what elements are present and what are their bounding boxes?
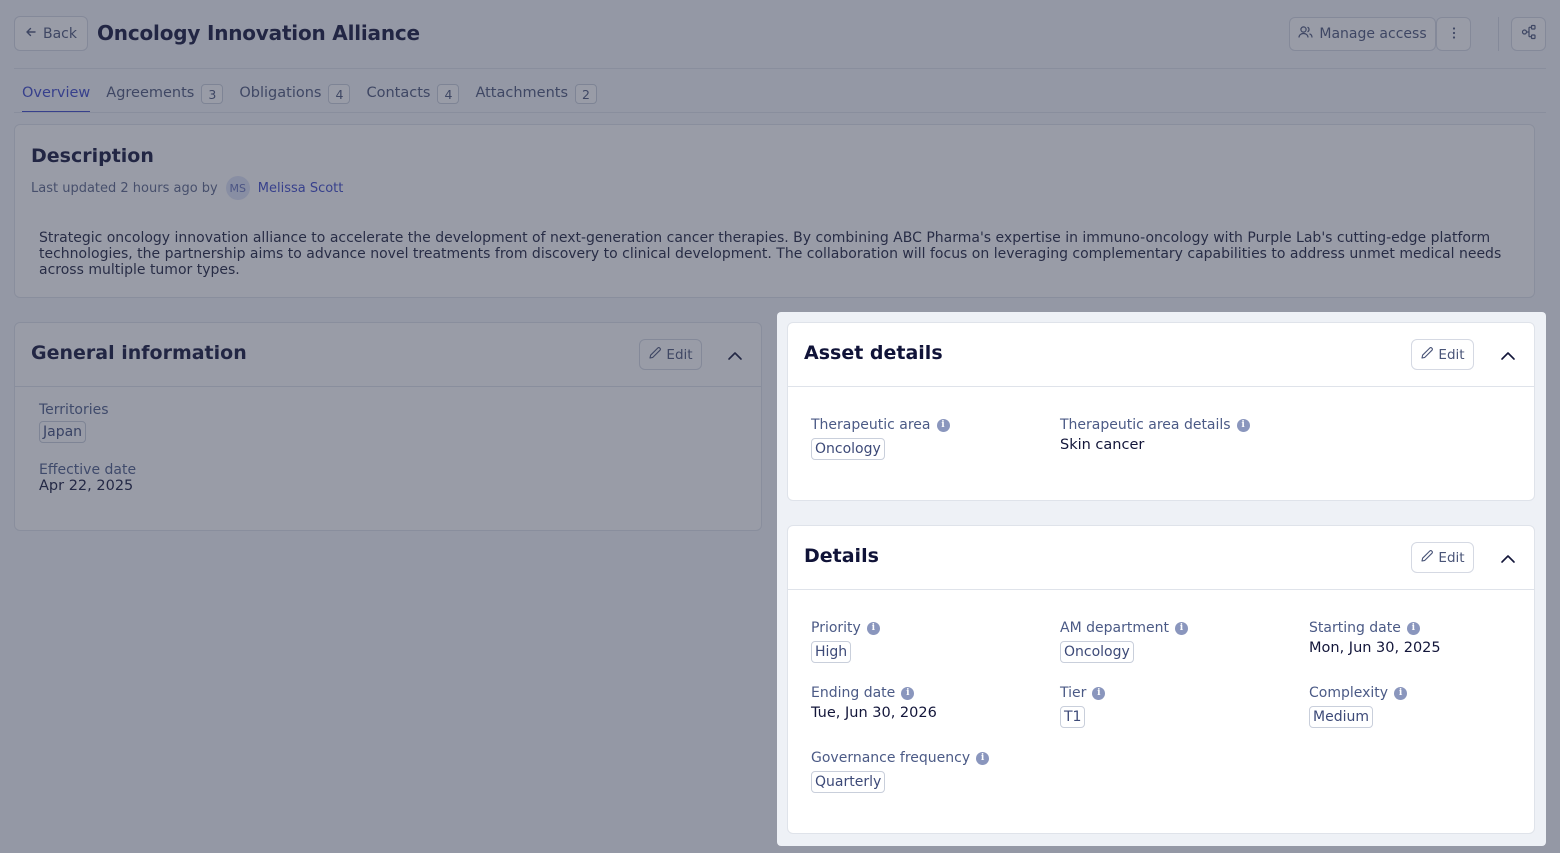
ending-date-value: Tue, Jun 30, 2026 <box>811 705 937 721</box>
info-icon[interactable]: i <box>1394 686 1408 700</box>
field-label-wrap: Therapeutic area details i <box>1060 417 1250 433</box>
info-icon[interactable]: i <box>976 751 990 765</box>
details-card: Details Edit Priority i High AM departme… <box>787 525 1535 834</box>
ending-date-field: Ending date i Tue, Jun 30, 2026 <box>811 685 937 721</box>
tier-chip: T1 <box>1060 706 1086 728</box>
app: Back Oncology Innovation Alliance Manage… <box>0 0 1560 853</box>
therapeutic-area-details-field: Therapeutic area details i Skin cancer <box>1060 417 1250 453</box>
therapeutic-area-details-label: Therapeutic area details <box>1060 417 1231 433</box>
starting-date-field: Starting date i Mon, Jun 30, 2025 <box>1309 620 1441 656</box>
edit-label: Edit <box>1438 346 1465 363</box>
field-label-wrap: Complexity i <box>1309 685 1408 701</box>
info-icon[interactable]: i <box>1406 621 1420 635</box>
starting-date-label: Starting date <box>1309 620 1401 636</box>
am-department-label: AM department <box>1060 620 1169 636</box>
am-department-chip: Oncology <box>1060 641 1134 663</box>
priority-chip: High <box>811 641 852 663</box>
info-icon[interactable]: i <box>936 418 950 432</box>
starting-date-value: Mon, Jun 30, 2025 <box>1309 640 1441 656</box>
info-icon[interactable]: i <box>1236 418 1250 432</box>
complexity-field: Complexity i Medium <box>1309 685 1408 728</box>
card-header: Asset details Edit <box>788 323 1534 387</box>
details-title: Details <box>804 545 879 567</box>
am-department-field: AM department i Oncology <box>1060 620 1188 663</box>
asset-details-title: Asset details <box>804 342 943 364</box>
edit-label: Edit <box>1438 549 1465 566</box>
governance-frequency-field: Governance frequency i Quarterly <box>811 750 990 793</box>
field-label-wrap: Therapeutic area i <box>811 417 950 433</box>
pencil-icon <box>1420 346 1434 364</box>
therapeutic-area-field: Therapeutic area i Oncology <box>811 417 950 460</box>
ending-date-label: Ending date <box>811 685 896 701</box>
field-label-wrap: Tier i <box>1060 685 1106 701</box>
asset-details-card: Asset details Edit Therapeutic area i On… <box>787 322 1535 501</box>
field-label-wrap: Priority i <box>811 620 880 636</box>
info-icon[interactable]: i <box>1092 686 1106 700</box>
chevron-up-icon <box>1500 346 1516 365</box>
field-label-wrap: Ending date i <box>811 685 937 701</box>
edit-button[interactable]: Edit <box>1411 542 1474 573</box>
collapse-button[interactable] <box>1496 343 1520 367</box>
field-label-wrap: Governance frequency i <box>811 750 990 766</box>
complexity-label: Complexity <box>1309 685 1389 701</box>
tier-label: Tier <box>1060 685 1087 701</box>
therapeutic-area-label: Therapeutic area <box>811 417 931 433</box>
therapeutic-area-details-value: Skin cancer <box>1060 437 1145 453</box>
complexity-chip: Medium <box>1309 706 1373 728</box>
info-icon[interactable]: i <box>901 686 915 700</box>
card-header: Details Edit <box>788 526 1534 590</box>
governance-frequency-label: Governance frequency <box>811 750 971 766</box>
chevron-up-icon <box>1500 549 1516 568</box>
edit-button[interactable]: Edit <box>1411 339 1474 370</box>
tier-field: Tier i T1 <box>1060 685 1106 728</box>
field-label-wrap: AM department i <box>1060 620 1188 636</box>
collapse-button[interactable] <box>1496 546 1520 570</box>
info-icon[interactable]: i <box>866 621 880 635</box>
therapeutic-area-chip: Oncology <box>811 438 885 460</box>
highlighted-panel: Asset details Edit Therapeutic area i On… <box>777 312 1546 846</box>
info-icon[interactable]: i <box>1174 621 1188 635</box>
pencil-icon <box>1420 549 1434 567</box>
governance-frequency-chip: Quarterly <box>811 771 886 793</box>
priority-field: Priority i High <box>811 620 880 663</box>
field-label-wrap: Starting date i <box>1309 620 1441 636</box>
priority-label: Priority <box>811 620 861 636</box>
